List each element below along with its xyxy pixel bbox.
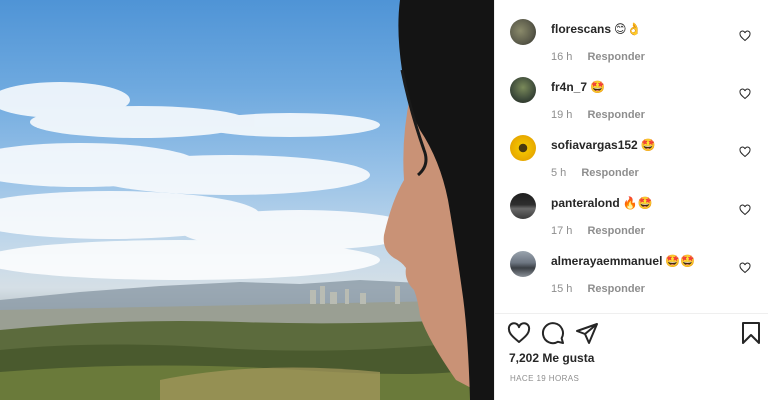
comment-item: fr4n_7 🤩 19 h Responder (495, 76, 768, 134)
comments-panel: florescans 😊👌 16 h Responder fr4n_7 🤩 19 h… (494, 0, 768, 400)
comment-meta: 5 h Responder (551, 167, 639, 179)
comment-username[interactable]: florescans (551, 22, 611, 36)
post-photo[interactable] (0, 0, 494, 400)
comment-author[interactable]: florescans 😊👌 (551, 22, 641, 36)
avatar[interactable] (510, 19, 536, 45)
comment-time[interactable]: 16 h (551, 51, 572, 63)
comment-username[interactable]: sofiavargas152 (551, 138, 638, 152)
comment-author[interactable]: sofiavargas152 🤩 (551, 138, 656, 152)
comment-item: sofiavargas152 🤩 5 h Responder (495, 134, 768, 192)
bookmark-icon[interactable] (739, 321, 763, 345)
comment-author[interactable]: panteralond 🔥🤩 (551, 196, 653, 210)
comment-username[interactable]: almerayaemmanuel (551, 254, 662, 268)
heart-small-icon[interactable] (739, 30, 751, 42)
comment-meta: 19 h Responder (551, 109, 645, 121)
post-timestamp[interactable]: HACE 19 HORAS (510, 374, 579, 383)
comments-list[interactable]: florescans 😊👌 16 h Responder fr4n_7 🤩 19 h… (495, 0, 768, 312)
share-icon[interactable] (575, 321, 599, 345)
comment-text: 🤩🤩 (665, 254, 696, 268)
heart-small-icon[interactable] (739, 88, 751, 100)
reply-button[interactable]: Responder (587, 109, 644, 121)
comment-author[interactable]: almerayaemmanuel 🤩🤩 (551, 254, 695, 268)
post-actions (495, 321, 768, 347)
comment-item: almerayaemmanuel 🤩🤩 15 h Responder (495, 250, 768, 308)
comment-icon[interactable] (541, 321, 565, 345)
comment-text: 😊👌 (614, 22, 642, 36)
comment-time[interactable]: 5 h (551, 167, 566, 179)
reply-button[interactable]: Responder (587, 283, 644, 295)
comment-time[interactable]: 15 h (551, 283, 572, 295)
comment-text: 🤩 (590, 80, 605, 94)
comment-text: 🤩 (640, 138, 656, 152)
comment-meta: 15 h Responder (551, 283, 645, 295)
reply-button[interactable]: Responder (581, 167, 638, 179)
comment-time[interactable]: 17 h (551, 225, 572, 237)
comment-author[interactable]: fr4n_7 🤩 (551, 80, 605, 94)
comment-meta: 16 h Responder (551, 51, 645, 63)
comment-time[interactable]: 19 h (551, 109, 572, 121)
avatar[interactable] (510, 135, 536, 161)
actions-divider (495, 313, 768, 314)
heart-icon[interactable] (507, 321, 531, 345)
comment-username[interactable]: fr4n_7 (551, 80, 587, 94)
likes-count[interactable]: 7,202 Me gusta (509, 351, 594, 365)
comment-item: panteralond 🔥🤩 17 h Responder (495, 192, 768, 250)
avatar[interactable] (510, 77, 536, 103)
reply-button[interactable]: Responder (587, 225, 644, 237)
heart-small-icon[interactable] (739, 204, 751, 216)
photo-scene (0, 0, 494, 400)
avatar[interactable] (510, 251, 536, 277)
comment-text: 🔥🤩 (622, 196, 653, 210)
comment-item: florescans 😊👌 16 h Responder (495, 18, 768, 76)
comment-username[interactable]: panteralond (551, 196, 620, 210)
heart-small-icon[interactable] (739, 146, 751, 158)
reply-button[interactable]: Responder (587, 51, 644, 63)
avatar[interactable] (510, 193, 536, 219)
heart-small-icon[interactable] (739, 262, 751, 274)
comment-meta: 17 h Responder (551, 225, 645, 237)
